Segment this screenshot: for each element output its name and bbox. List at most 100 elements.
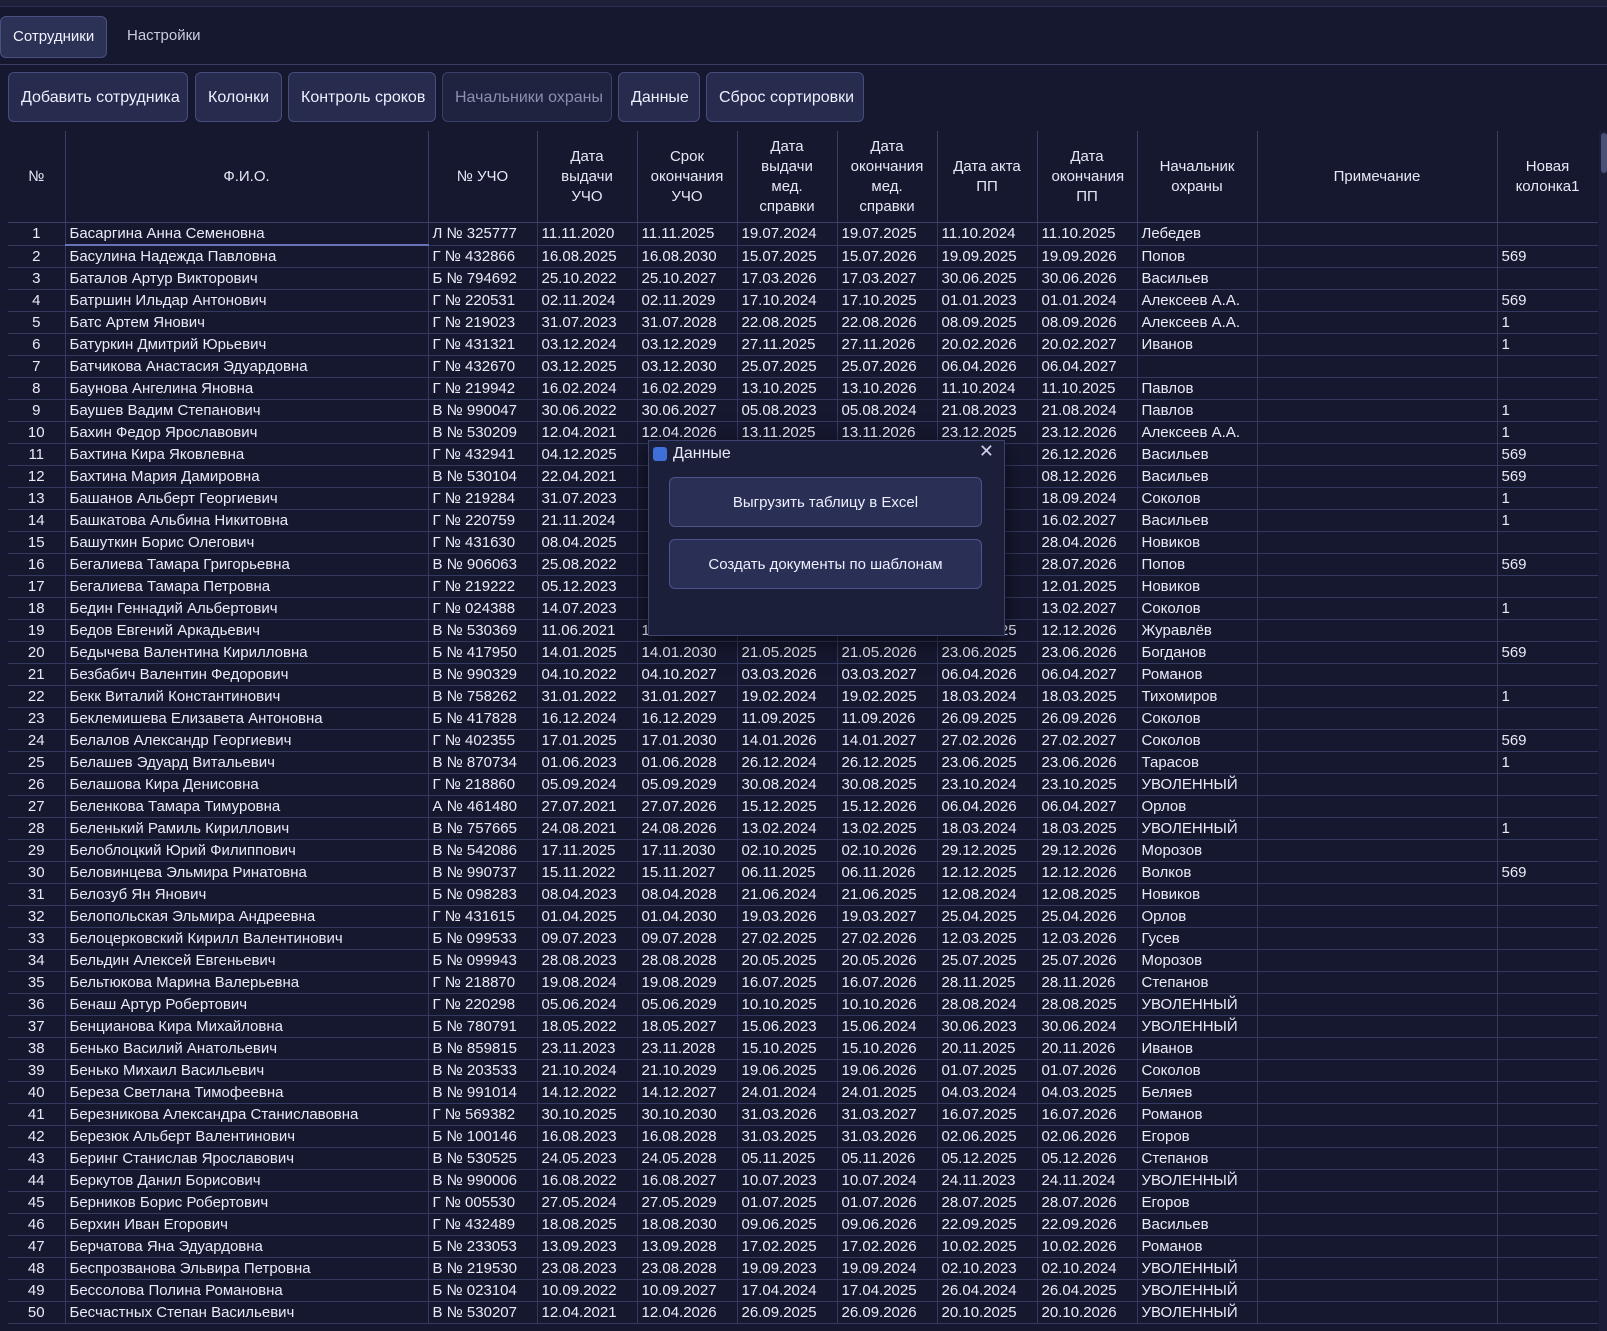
table-cell[interactable]: Б № 233053 <box>428 1235 538 1258</box>
table-cell[interactable]: 17.03.2027 <box>837 267 938 290</box>
table-row[interactable]: 31 Белозуб Ян Янович Б № 098283 08.04.2023 0… <box>8 883 1598 906</box>
table-cell[interactable]: Б № 780791 <box>428 1015 538 1038</box>
table-cell[interactable]: 27.07.2026 <box>637 795 738 818</box>
table-row[interactable]: 22 Бекк Виталий Константинович В № 758262 3… <box>8 685 1598 708</box>
table-cell[interactable]: 23.11.2023 <box>537 1037 638 1060</box>
table-cell[interactable]: Г № 432670 <box>428 355 538 378</box>
table-cell[interactable] <box>1257 245 1498 268</box>
table-row[interactable]: 50 Бесчастных Степан Васильевич В № 530207… <box>8 1301 1598 1324</box>
row-number-cell[interactable]: 40 <box>8 1081 66 1104</box>
table-cell[interactable]: Г № 432941 <box>428 443 538 466</box>
table-cell[interactable] <box>1497 795 1598 818</box>
table-cell[interactable]: Романов <box>1137 1235 1258 1258</box>
table-row[interactable]: 33 Белоцерковский Кирилл Валентинович Б № … <box>8 927 1598 950</box>
table-cell[interactable]: УВОЛЕННЫЙ <box>1137 1301 1258 1324</box>
name-cell[interactable]: Берников Борис Робертович <box>65 1191 429 1214</box>
table-cell[interactable]: 21.11.2024 <box>537 509 638 532</box>
table-cell[interactable]: 19.08.2029 <box>637 971 738 994</box>
table-cell[interactable]: 20.11.2026 <box>1037 1037 1138 1060</box>
table-cell[interactable] <box>1257 949 1498 972</box>
table-cell[interactable]: В № 203533 <box>428 1059 538 1082</box>
table-cell[interactable] <box>1497 927 1598 950</box>
table-cell[interactable]: 15.07.2025 <box>737 245 838 268</box>
table-cell[interactable]: 1 <box>1497 751 1598 774</box>
table-cell[interactable] <box>1497 1169 1598 1192</box>
table-cell[interactable]: 11.10.2024 <box>937 222 1038 246</box>
table-cell[interactable]: В № 859815 <box>428 1037 538 1060</box>
table-cell[interactable] <box>1497 531 1598 554</box>
table-cell[interactable]: 11.11.2020 <box>537 222 638 246</box>
table-cell[interactable]: 21.10.2024 <box>537 1059 638 1082</box>
table-cell[interactable]: Б № 417828 <box>428 707 538 730</box>
row-number-cell[interactable]: 32 <box>8 905 66 928</box>
table-cell[interactable] <box>1257 1301 1498 1324</box>
table-cell[interactable]: 12.01.2025 <box>1037 575 1138 598</box>
table-cell[interactable]: 02.11.2029 <box>637 289 738 312</box>
table-cell[interactable]: 06.04.2027 <box>1037 795 1138 818</box>
table-row[interactable]: 37 Бенцианова Кира Михайловна Б № 780791 18… <box>8 1015 1598 1038</box>
table-cell[interactable]: 21.05.2026 <box>837 641 938 664</box>
table-cell[interactable]: 17.01.2030 <box>637 729 738 752</box>
table-cell[interactable]: 27.11.2025 <box>737 333 838 356</box>
table-cell[interactable]: 08.09.2026 <box>1037 311 1138 334</box>
close-icon[interactable]: ✕ <box>979 441 994 462</box>
table-cell[interactable]: 04.10.2022 <box>537 663 638 686</box>
table-row[interactable]: 44 Беркутов Данил Борисович В № 990006 16.0… <box>8 1169 1598 1192</box>
table-cell[interactable]: 04.12.2025 <box>537 443 638 466</box>
table-cell[interactable]: Иванов <box>1137 1037 1258 1060</box>
table-cell[interactable]: 26.09.2026 <box>837 1301 938 1324</box>
table-cell[interactable]: 25.08.2022 <box>537 553 638 576</box>
table-cell[interactable]: Г № 402355 <box>428 729 538 752</box>
row-number-cell[interactable]: 44 <box>8 1169 66 1192</box>
table-cell[interactable] <box>1257 1059 1498 1082</box>
table-cell[interactable]: 1 <box>1497 685 1598 708</box>
table-cell[interactable]: 28.08.2025 <box>1037 993 1138 1016</box>
create-documents-button[interactable]: Создать документы по шаблонам <box>669 539 982 589</box>
table-cell[interactable]: В № 530207 <box>428 1301 538 1324</box>
table-cell[interactable]: 31.03.2027 <box>837 1103 938 1126</box>
table-row[interactable]: 47 Берчатова Яна Эдуардовна Б № 233053 13.0… <box>8 1235 1598 1258</box>
table-cell[interactable]: 05.12.2025 <box>937 1147 1038 1170</box>
table-cell[interactable]: 13.09.2028 <box>637 1235 738 1258</box>
table-cell[interactable]: 24.05.2028 <box>637 1147 738 1170</box>
row-number-cell[interactable]: 19 <box>8 619 66 642</box>
table-cell[interactable]: 30.06.2023 <box>937 1015 1038 1038</box>
table-cell[interactable]: Г № 218870 <box>428 971 538 994</box>
table-cell[interactable] <box>1497 1235 1598 1258</box>
table-cell[interactable] <box>1497 1037 1598 1060</box>
table-cell[interactable] <box>1257 222 1498 246</box>
table-cell[interactable]: Г № 005530 <box>428 1191 538 1214</box>
table-cell[interactable]: Г № 220531 <box>428 289 538 312</box>
table-cell[interactable]: Васильев <box>1137 509 1258 532</box>
table-cell[interactable] <box>1257 1015 1498 1038</box>
table-cell[interactable]: 22.08.2025 <box>737 311 838 334</box>
row-number-cell[interactable]: 7 <box>8 355 66 378</box>
table-cell[interactable]: 16.08.2027 <box>637 1169 738 1192</box>
table-row[interactable]: 3 Баталов Артур Викторович Б № 794692 25.10… <box>8 267 1598 290</box>
table-cell[interactable]: 11.10.2025 <box>1037 377 1138 400</box>
column-header[interactable]: Дата акта ПП <box>937 131 1038 223</box>
name-cell[interactable]: Берчатова Яна Эдуардовна <box>65 1235 429 1258</box>
table-cell[interactable]: 05.08.2024 <box>837 399 938 422</box>
table-cell[interactable]: 16.02.2029 <box>637 377 738 400</box>
row-number-cell[interactable]: 37 <box>8 1015 66 1038</box>
table-cell[interactable]: 01.06.2028 <box>637 751 738 774</box>
table-cell[interactable]: 06.04.2026 <box>937 663 1038 686</box>
table-cell[interactable]: 08.04.2023 <box>537 883 638 906</box>
table-cell[interactable]: 04.03.2025 <box>1037 1081 1138 1104</box>
table-cell[interactable]: 21.10.2029 <box>637 1059 738 1082</box>
table-cell[interactable]: 08.09.2025 <box>937 311 1038 334</box>
table-cell[interactable]: Соколов <box>1137 597 1258 620</box>
table-cell[interactable]: Г № 220298 <box>428 993 538 1016</box>
table-cell[interactable]: 24.11.2024 <box>1037 1169 1138 1192</box>
table-row[interactable]: 35 Бельтюкова Марина Валерьевна Г № 218870… <box>8 971 1598 994</box>
table-cell[interactable]: Г № 431615 <box>428 905 538 928</box>
table-cell[interactable]: 19.06.2026 <box>837 1059 938 1082</box>
name-cell[interactable]: Батчикова Анастасия Эдуардовна <box>65 355 429 378</box>
table-cell[interactable]: 19.06.2025 <box>737 1059 838 1082</box>
table-cell[interactable]: 23.10.2025 <box>1037 773 1138 796</box>
name-cell[interactable]: Бельтюкова Марина Валерьевна <box>65 971 429 994</box>
table-cell[interactable]: В № 542086 <box>428 839 538 862</box>
table-cell[interactable]: 02.10.2026 <box>837 839 938 862</box>
table-row[interactable]: 7 Батчикова Анастасия Эдуардовна Г № 43267… <box>8 355 1598 378</box>
